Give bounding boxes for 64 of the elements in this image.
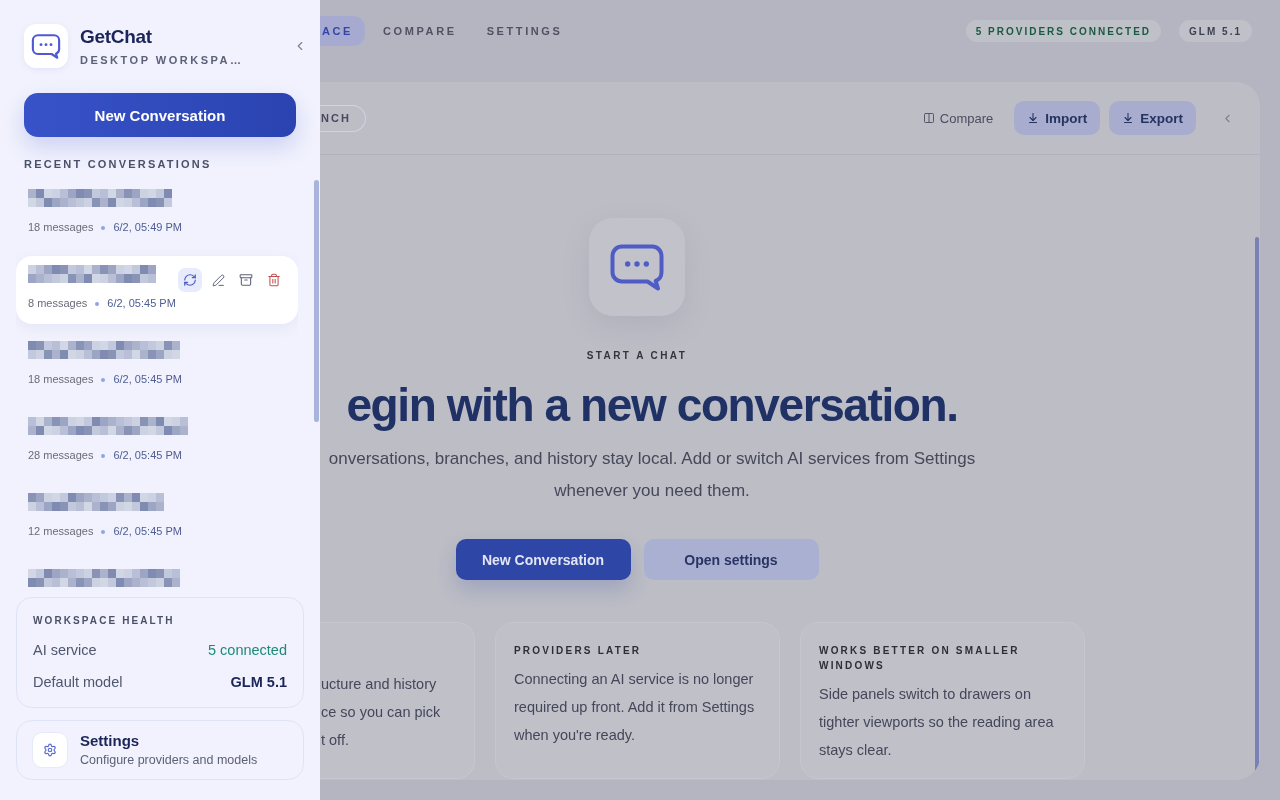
conversation-item[interactable]: 18 messages 6/2, 05:45 PM xyxy=(16,332,298,400)
toolbar-button[interactable]: Import xyxy=(1014,101,1101,135)
regenerate-button[interactable] xyxy=(178,268,202,292)
chat-bubble-icon xyxy=(589,218,685,316)
message-count: 8 messages xyxy=(28,297,88,310)
settings-card[interactable]: Settings Configure providers and models xyxy=(16,720,304,780)
card-text: t off. xyxy=(321,731,350,750)
scrollbar-thumb[interactable] xyxy=(314,180,319,422)
gear-icon xyxy=(32,732,68,768)
message-count: 18 messages xyxy=(28,221,94,234)
conversation-item[interactable]: 18 messages 6/2, 05:49 PM xyxy=(16,180,298,248)
open-settings-button[interactable]: Open settings xyxy=(643,539,819,580)
dot-icon xyxy=(101,529,106,534)
new-conversation-button[interactable]: New Conversation xyxy=(24,93,296,137)
conversation-date: 6/2, 05:49 PM xyxy=(113,221,182,234)
card-text: Connecting an AI service is no longer required up front. Add it from Settings when you're ready. xyxy=(514,670,756,745)
dot-icon xyxy=(101,377,106,382)
conversation-item[interactable]: 28 messages 6/2, 05:45 PM xyxy=(16,408,298,476)
app-subtitle: DESKTOP WORKSPA… xyxy=(80,53,245,67)
app-name: GetChat xyxy=(80,25,153,48)
dot-icon xyxy=(101,453,106,458)
arrow-down-to-line-icon xyxy=(1027,112,1040,124)
dot-icon xyxy=(101,225,106,230)
providers-status-chip: 5 PROVIDERS CONNECTED xyxy=(965,20,1162,42)
health-label: Default model xyxy=(33,673,123,692)
card-text: ucture and history xyxy=(321,675,438,694)
nav-tab[interactable]: COMPARE xyxy=(371,16,469,46)
compare-toggle[interactable]: Compare xyxy=(922,110,994,126)
card-text: ce so you can pick xyxy=(321,703,442,722)
chat-bubble-logo-icon xyxy=(24,24,68,68)
conversation-item[interactable]: 12 messages 6/2, 05:45 PM xyxy=(16,484,298,552)
trash-icon xyxy=(267,273,281,287)
health-value: GLM 5.1 xyxy=(230,673,287,692)
conversation-date: 6/2, 05:45 PM xyxy=(113,525,182,538)
health-label: AI service xyxy=(33,641,97,660)
nav-tab[interactable]: ACE xyxy=(320,16,366,46)
pencil-icon xyxy=(211,273,225,287)
conversation-date: 6/2, 05:45 PM xyxy=(107,297,176,310)
toolbar-button[interactable]: Export xyxy=(1109,101,1196,135)
card-heading: WORKSPACE HEALTH xyxy=(33,615,176,627)
hero-text: onversations, branches, and history stay local. Add or switch AI services from Settings whenever you need them. xyxy=(327,448,977,502)
model-chip: GLM 5.1 xyxy=(1179,20,1252,42)
section-heading: RECENT CONVERSATIONS xyxy=(24,158,213,171)
dot-icon xyxy=(95,301,100,306)
new-conversation-button[interactable]: New Conversation xyxy=(455,539,631,580)
nav-tab[interactable]: SETTINGS xyxy=(474,16,575,46)
settings-description: Configure providers and models xyxy=(80,752,258,768)
health-value: 5 connected xyxy=(208,641,287,660)
hero-heading: egin with a new conversation. xyxy=(345,379,959,431)
eyebrow-label: START A CHAT xyxy=(586,350,688,362)
archive-icon xyxy=(239,273,253,287)
arrow-down-to-line-icon xyxy=(1122,112,1135,124)
card-text: Side panels switch to drawers on tighter viewports so the reading area stays clear. xyxy=(819,685,1055,760)
conversation-date: 6/2, 05:45 PM xyxy=(113,373,182,386)
message-count: 18 messages xyxy=(28,373,94,386)
message-count: 28 messages xyxy=(28,449,94,462)
conversation-date: 6/2, 05:45 PM xyxy=(113,449,182,462)
message-count: 12 messages xyxy=(28,525,94,538)
settings-title: Settings xyxy=(80,732,141,750)
columns-icon xyxy=(922,112,935,124)
card-title: PROVIDERS LATER xyxy=(514,644,643,658)
conversation-item[interactable]: 8 messages 6/2, 05:45 PM xyxy=(16,256,298,324)
card-title: WORKS BETTER ON SMALLER WINDOWS xyxy=(819,644,1021,673)
refresh-icon xyxy=(183,273,197,287)
